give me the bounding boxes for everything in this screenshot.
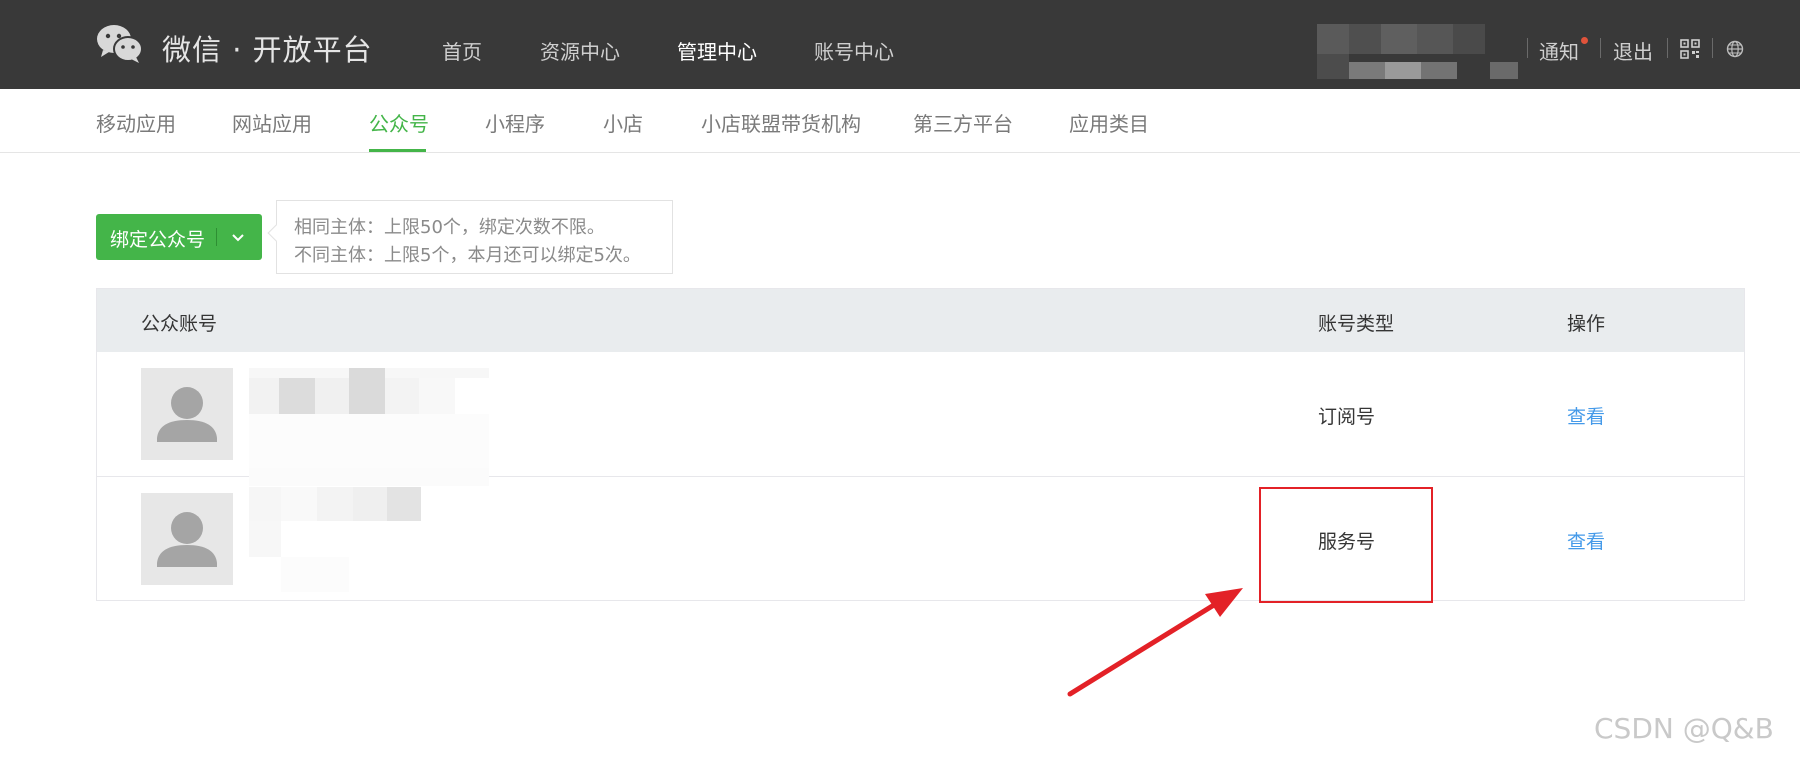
divider [1600,38,1601,58]
logout-link[interactable]: 退出 [1613,36,1653,65]
table-row: 订阅号 查看 [97,352,1744,486]
tab-third-party[interactable]: 第三方平台 [913,108,1013,137]
avatar [141,493,233,585]
column-header-account: 公众账号 [141,313,218,335]
divider [1527,38,1528,58]
table-header: 公众账号 账号类型 操作 [97,289,1744,352]
tab-mini-programs[interactable]: 小程序 [485,108,545,137]
notification-dot [1581,37,1588,44]
view-link[interactable]: 查看 [1567,527,1605,554]
top-nav-account[interactable]: 账号中心 [814,36,894,65]
qrcode-icon[interactable] [1680,39,1700,59]
top-nav-home[interactable]: 首页 [442,36,482,65]
divider [1667,38,1668,58]
user-placeholder-icon [157,387,217,442]
notification-link[interactable]: 通知 [1539,36,1579,65]
top-nav-resources[interactable]: 资源中心 [540,36,620,65]
top-bar: 微信 · 开放平台 首页 资源中心 管理中心 账号中心 通知 退出 [0,0,1800,89]
tab-shops[interactable]: 小店 [603,108,643,137]
bind-limit-tip: 相同主体：上限50个，绑定次数不限。 不同主体：上限5个，本月还可以绑定5次。 [267,200,673,274]
pixelated-account-name [249,487,429,592]
divider [1712,38,1713,58]
sub-nav: 移动应用 网站应用 公众号 小程序 小店 小店联盟带货机构 第三方平台 应用类目 [0,89,1800,153]
chevron-down-icon[interactable] [229,228,247,246]
official-accounts-table: 公众账号 账号类型 操作 订阅号 查看 服务号 查看 [96,288,1745,601]
tab-mobile-apps[interactable]: 移动应用 [96,108,176,137]
column-header-type: 账号类型 [1318,313,1395,335]
pixelated-account-name [249,368,489,486]
globe-icon[interactable] [1726,40,1744,58]
tab-official-accounts[interactable]: 公众号 [369,108,429,137]
pixelated-username [1317,24,1518,79]
user-placeholder-icon [157,512,217,567]
account-type: 订阅号 [1318,406,1376,428]
button-separator [216,228,217,246]
watermark: CSDN @Q&B [1594,712,1774,745]
avatar [141,368,233,460]
tab-shop-alliance[interactable]: 小店联盟带货机构 [701,108,861,137]
highlight-box [1259,487,1433,603]
tip-different-entity: 不同主体：上限5个，本月还可以绑定5次。 [294,245,641,266]
tip-pointer [267,224,285,242]
tab-website-apps[interactable]: 网站应用 [232,108,312,137]
tip-same-entity: 相同主体：上限50个，绑定次数不限。 [294,217,605,238]
bind-official-account-button[interactable]: 绑定公众号 [96,214,262,260]
table-row: 服务号 查看 [97,477,1744,602]
wechat-logo-icon [97,25,143,63]
bind-button-label: 绑定公众号 [110,229,206,251]
view-link[interactable]: 查看 [1567,402,1605,429]
brand-title: 微信 · 开放平台 [162,33,373,67]
tab-app-categories[interactable]: 应用类目 [1069,108,1149,137]
top-nav-management[interactable]: 管理中心 [677,36,757,65]
column-header-action: 操作 [1567,313,1606,335]
active-tab-indicator [369,149,426,152]
